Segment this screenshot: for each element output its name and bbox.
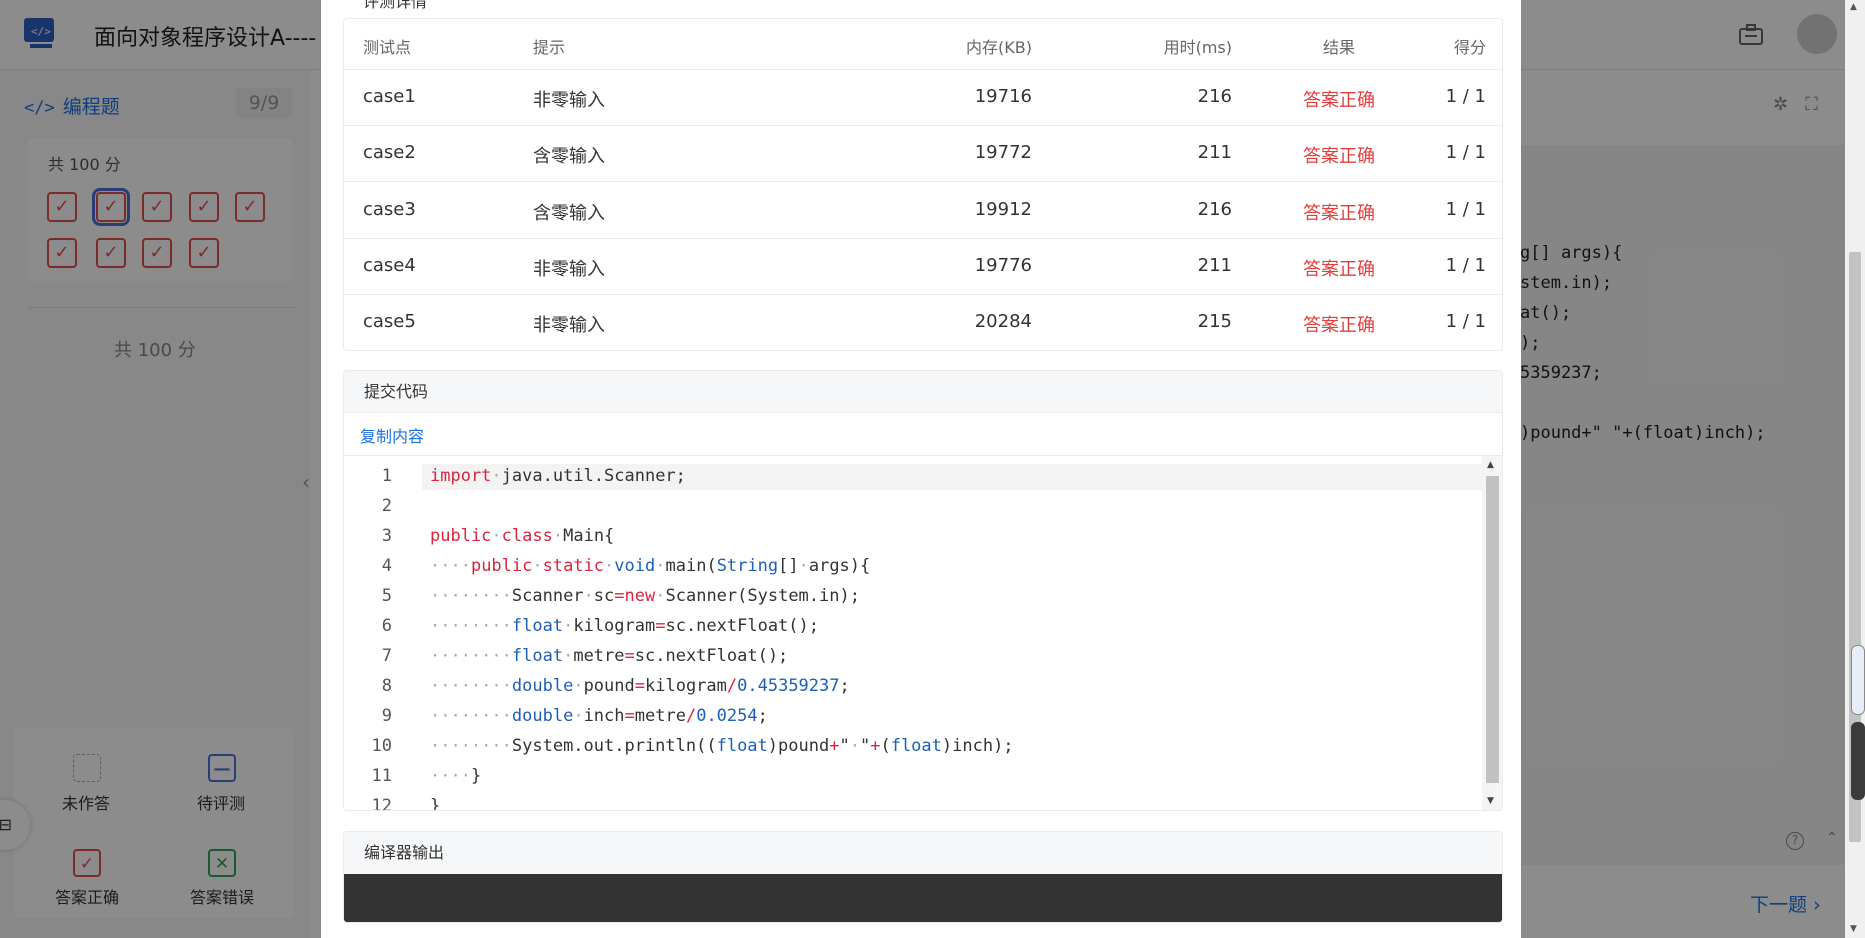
cell-time: 211 — [1197, 255, 1232, 276]
scroll-down-arrow[interactable]: ▼ — [1850, 924, 1857, 934]
results-table — [343, 18, 1503, 351]
line-number: 10 — [371, 736, 392, 756]
code-line: ········float·kilogram=sc.nextFloat(); — [430, 616, 819, 636]
cell-hint: 非零输入 — [533, 315, 605, 336]
cell-case: case1 — [363, 86, 416, 107]
line-number: 1 — [381, 466, 392, 486]
code-line: import·java.util.Scanner; — [430, 466, 686, 486]
cell-memory: 19776 — [974, 255, 1032, 276]
line-number: 8 — [381, 676, 392, 696]
col-time: 用时(ms) — [1163, 38, 1232, 57]
cell-case: case2 — [363, 142, 416, 163]
slider-widget[interactable] — [1851, 645, 1865, 715]
code-scrollbar[interactable]: ▲ ▼ — [1482, 456, 1502, 810]
cell-case: case5 — [363, 311, 416, 332]
cell-memory: 19912 — [974, 199, 1032, 220]
line-number: 3 — [381, 526, 392, 546]
code-line: ····} — [430, 766, 482, 786]
cell-case: case3 — [363, 199, 416, 220]
row-divider — [343, 238, 1503, 239]
section-title: 评测详情 — [363, 0, 428, 11]
col-case: 测试点 — [363, 38, 412, 57]
submitted-code-panel: 提交代码 复制内容 1 2 3 4 5 6 7 8 9 10 11 12 imp… — [343, 370, 1503, 811]
cell-hint: 非零输入 — [533, 90, 605, 111]
line-number: 6 — [381, 616, 392, 636]
line-number: 9 — [381, 706, 392, 726]
judge-details-modal: 评测详情 测试点 提示 内存(KB) 用时(ms) 结果 得分 case1 非零… — [321, 0, 1521, 938]
code-line: ····public·static·void·main(String[]·arg… — [430, 556, 871, 576]
scroll-down-arrow[interactable]: ▼ — [1487, 796, 1494, 806]
line-number: 2 — [381, 496, 392, 516]
cell-memory: 19716 — [974, 86, 1032, 107]
compiler-output-console — [344, 874, 1502, 922]
code-line: } — [430, 796, 441, 811]
line-number: 4 — [381, 556, 392, 576]
row-divider — [343, 294, 1503, 295]
cell-score: 1 / 1 — [1445, 255, 1486, 276]
row-divider — [343, 125, 1503, 126]
line-number: 12 — [371, 796, 392, 811]
cell-time: 216 — [1197, 199, 1232, 220]
code-scroll-thumb[interactable] — [1486, 476, 1499, 783]
cell-time: 211 — [1197, 142, 1232, 163]
code-line: ········double·pound=kilogram/0.45359237… — [430, 676, 850, 696]
code-line: ········System.out.println((float)pound+… — [430, 736, 1014, 756]
meter-widget — [1851, 722, 1865, 800]
cell-memory: 19772 — [974, 142, 1032, 163]
cell-time: 216 — [1197, 86, 1232, 107]
line-number: 11 — [371, 766, 392, 786]
code-line: ········float·metre=sc.nextFloat(); — [430, 646, 789, 666]
cell-memory: 20284 — [974, 311, 1032, 332]
code-line: public·class·Main{ — [430, 526, 615, 546]
code-panel-title: 提交代码 — [344, 371, 1502, 413]
line-number: 7 — [381, 646, 392, 666]
compiler-output-panel: 编译器输出 — [343, 831, 1503, 923]
row-divider — [343, 69, 1503, 70]
cell-case: case4 — [363, 255, 416, 276]
cell-hint: 非零输入 — [533, 259, 605, 280]
cell-time: 215 — [1197, 311, 1232, 332]
cell-hint: 含零输入 — [533, 203, 605, 224]
scroll-up-arrow[interactable]: ▲ — [1850, 2, 1857, 12]
cell-score: 1 / 1 — [1445, 142, 1486, 163]
line-number: 5 — [381, 586, 392, 606]
row-divider — [343, 181, 1503, 182]
code-line: ········Scanner·sc=new·Scanner(System.in… — [430, 586, 860, 606]
cell-score: 1 / 1 — [1445, 311, 1486, 332]
col-hint: 提示 — [533, 38, 566, 57]
cell-score: 1 / 1 — [1445, 199, 1486, 220]
cell-hint: 含零输入 — [533, 146, 605, 167]
col-score: 得分 — [1453, 38, 1486, 57]
cell-score: 1 / 1 — [1445, 86, 1486, 107]
output-panel-title: 编译器输出 — [344, 832, 1502, 874]
code-viewer[interactable]: 1 2 3 4 5 6 7 8 9 10 11 12 import·java.u… — [344, 455, 1502, 811]
col-memory: 内存(KB) — [966, 38, 1032, 57]
code-line: ········double·inch=metre/0.0254; — [430, 706, 768, 726]
copy-code-button[interactable]: 复制内容 — [360, 423, 424, 447]
scroll-up-arrow[interactable]: ▲ — [1487, 460, 1494, 470]
